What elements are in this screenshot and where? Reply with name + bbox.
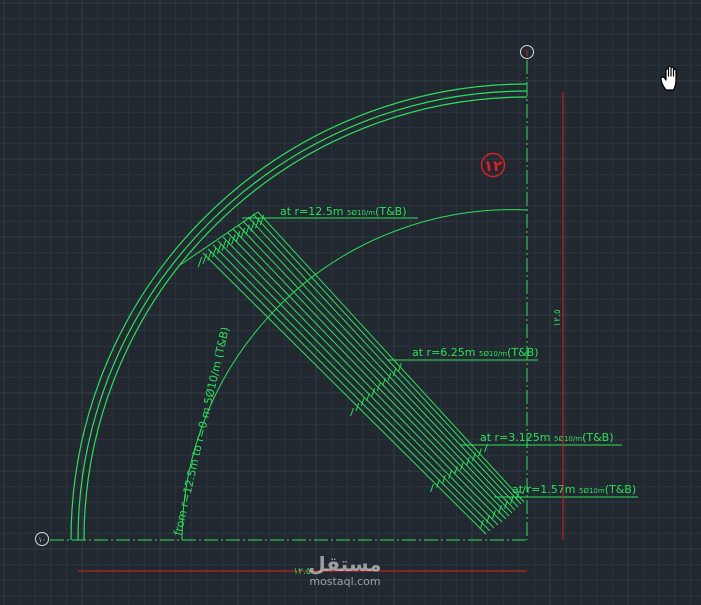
rebar-line bbox=[212, 244, 495, 529]
background-grid bbox=[0, 0, 701, 605]
rebar-tick bbox=[226, 237, 231, 248]
section-number-marker[interactable]: ١٢ bbox=[480, 152, 506, 178]
right-dimension-text: ١٢.٥ bbox=[553, 309, 563, 327]
axis-lines bbox=[50, 60, 528, 541]
rebar-tick bbox=[197, 256, 203, 268]
annotation-r2: at r=6.25m 5Ø10/m(T&B) bbox=[412, 346, 539, 359]
annotation-r1: at r=12.5m 5Ø10/m(T&B) bbox=[280, 205, 407, 218]
cad-drawing-canvas[interactable]: at r=12.5m 5Ø10/m(T&B) at r=6.25m 5Ø10/m… bbox=[0, 0, 701, 605]
rebar-line bbox=[207, 248, 491, 532]
rebar-tick bbox=[430, 483, 434, 493]
rebar-line bbox=[252, 213, 522, 505]
annotation-r3: at r=3.125m 5Ø10/m(T&B) bbox=[480, 431, 614, 444]
rebar-line bbox=[242, 220, 516, 511]
rebar-tick bbox=[398, 362, 402, 372]
hand-pan-icon bbox=[660, 65, 677, 91]
rebar-tick bbox=[366, 392, 370, 402]
inner-radius-arc bbox=[181, 209, 528, 541]
axis-left-label: ١٠ bbox=[38, 536, 46, 544]
rebar-tick bbox=[382, 377, 386, 387]
rebar-tick bbox=[350, 407, 354, 417]
bottom-dimension-text: ١٢.٥ bbox=[293, 567, 311, 577]
section-number-label: ١٢ bbox=[484, 157, 502, 175]
slab-edge-arcs bbox=[70, 83, 528, 541]
axis-marker-left[interactable]: ١٠ bbox=[35, 532, 49, 546]
axis-top-label: ١ bbox=[525, 49, 530, 59]
rebar-line bbox=[232, 228, 510, 517]
axis-marker-top[interactable]: ١ bbox=[520, 45, 534, 60]
annotation-r4: at r=1.57m 5Ø10m(T&B) bbox=[512, 483, 636, 496]
outer-edge-arc-3 bbox=[83, 96, 528, 541]
